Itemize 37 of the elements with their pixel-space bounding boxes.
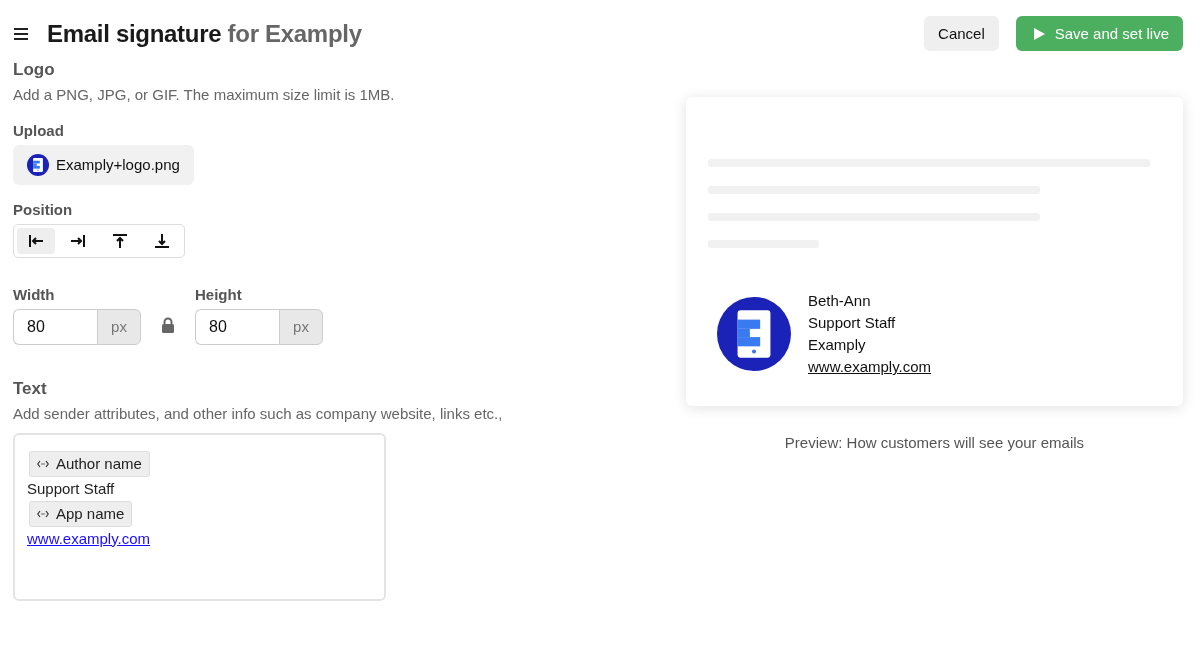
website-link[interactable]: www.examply.com xyxy=(27,529,151,547)
field-label: Width xyxy=(13,285,56,303)
page-title: Email signature for Examply xyxy=(47,19,362,48)
signature-text: Examply xyxy=(808,335,867,355)
align-right-icon xyxy=(70,233,86,248)
field-label: Position xyxy=(13,200,74,218)
uploaded-file-chip[interactable]: Examply+logo.png xyxy=(13,144,194,185)
menu-icon[interactable] xyxy=(13,26,29,41)
website-link[interactable]: www.examply.com xyxy=(808,358,932,375)
variable-token[interactable]: App name xyxy=(29,500,133,527)
height-input[interactable]: 80 xyxy=(195,308,279,345)
section-hint: Add sender attributes, and other info such as company website, links etc., xyxy=(13,403,504,424)
variable-token[interactable]: Author name xyxy=(29,450,150,477)
align-left-icon xyxy=(28,233,44,248)
signature-text-editor[interactable]: Author name Support Staff App name www.examply.com xyxy=(13,432,386,601)
logo-icon xyxy=(27,153,49,176)
width-input[interactable]: 80 xyxy=(13,308,97,345)
section-heading: Text xyxy=(13,378,48,399)
code-icon xyxy=(37,509,49,518)
lock-icon[interactable] xyxy=(161,316,175,333)
code-icon xyxy=(37,459,49,468)
signature-text: Support Staff xyxy=(808,313,897,333)
align-top-icon xyxy=(112,232,128,249)
cancel-button[interactable]: Cancel xyxy=(924,16,999,51)
section-heading: Logo xyxy=(13,60,56,80)
preview-caption: Preview: How customers will see your emails xyxy=(784,434,1085,451)
position-button[interactable] xyxy=(17,227,55,254)
play-icon xyxy=(1031,26,1046,41)
field-label: Upload xyxy=(13,121,65,139)
field-label: Height xyxy=(195,285,243,303)
signature-text: Beth-Ann xyxy=(808,291,872,311)
editor-text: Support Staff xyxy=(27,478,116,499)
unit-label: px xyxy=(279,308,323,345)
align-bottom-icon xyxy=(154,232,170,249)
unit-label: px xyxy=(97,308,141,345)
logo-icon xyxy=(717,297,791,371)
section-hint: Add a PNG, JPG, or GIF. The maximum size limit is 1MB. xyxy=(13,85,396,105)
